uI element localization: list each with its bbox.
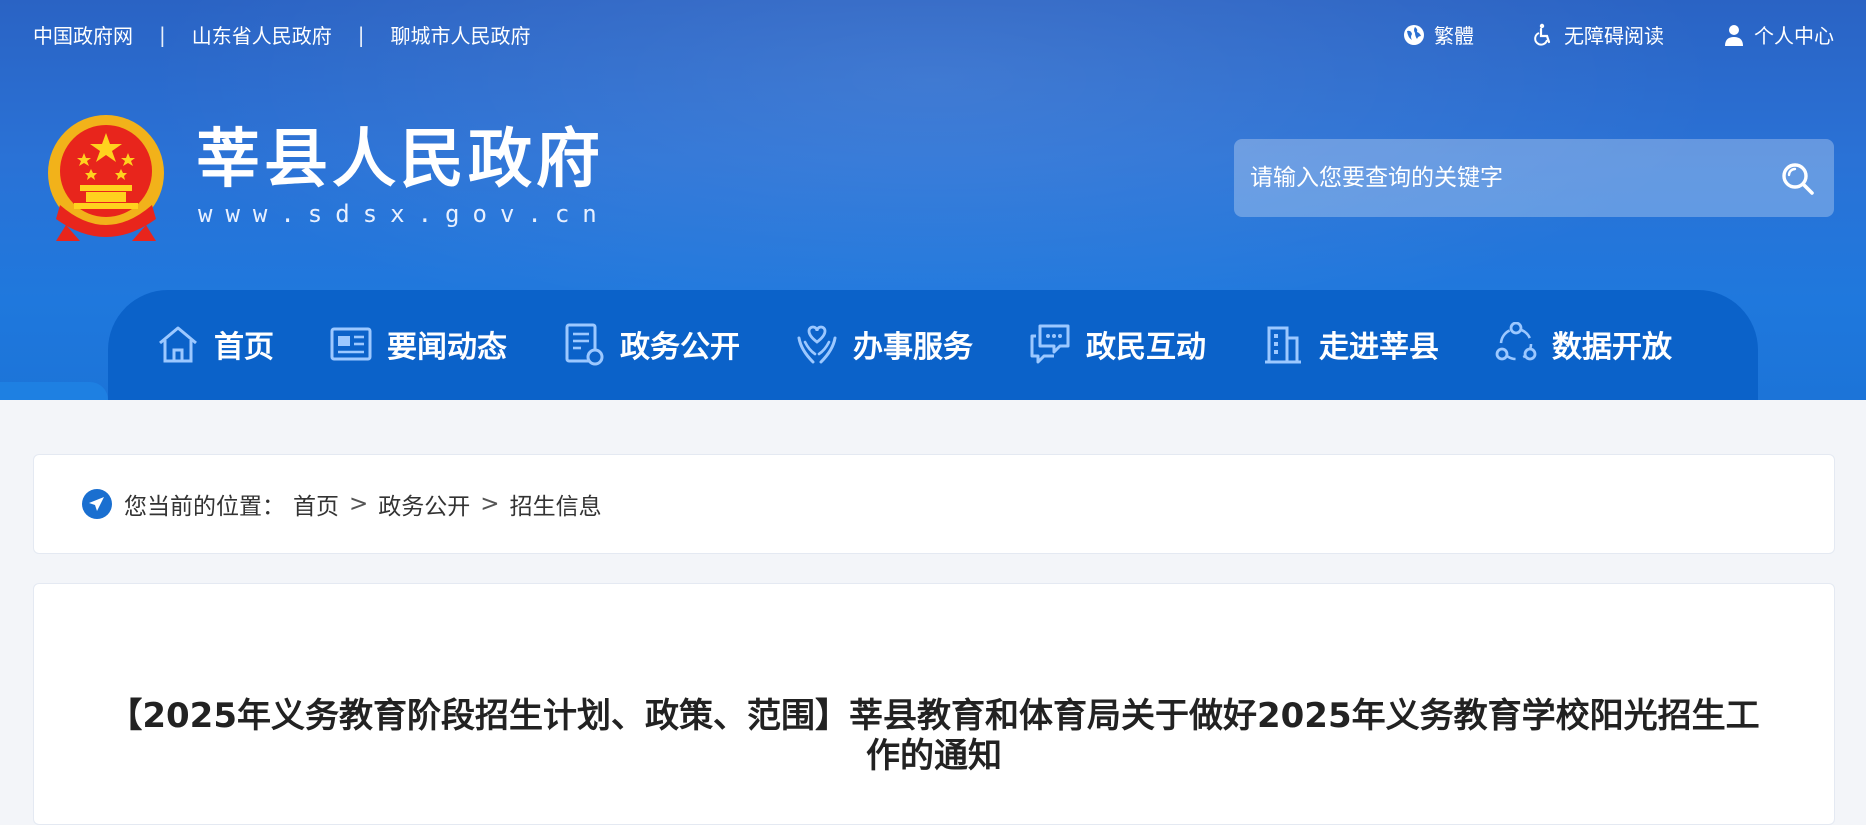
service-hands-icon <box>797 325 837 364</box>
nav-label: 办事服务 <box>853 330 973 365</box>
wheelchair-icon <box>1534 23 1551 46</box>
site-title: 莘县人民政府 <box>196 123 604 197</box>
user-center-button[interactable]: 个人中心 <box>1722 20 1834 49</box>
nav-item-interaction[interactable]: 政民互动 <box>1028 322 1206 366</box>
nav-label: 数据开放 <box>1552 330 1672 365</box>
nav-label: 政务公开 <box>620 330 740 365</box>
top-bar: 中国政府网 | 山东省人民政府 | 聊城市人民政府 繁體 无障碍阅读 个人中心 <box>0 0 1866 70</box>
breadcrumb-separator: > <box>480 491 500 517</box>
top-links: 中国政府网 | 山东省人民政府 | 聊城市人民政府 <box>33 20 531 49</box>
national-emblem-icon[interactable] <box>46 113 166 245</box>
data-network-icon <box>1495 322 1537 361</box>
article-title: 【2025年义务教育阶段招生计划、政策、范围】莘县教育和体育局关于做好2025年… <box>108 696 1760 776</box>
breadcrumb-enrollment[interactable]: 招生信息 <box>510 487 602 521</box>
nav-items: 首页 要闻动态 政务公开 办事服务 政民互动 走进莘县 数据开放 <box>156 322 1727 366</box>
document-icon <box>565 323 604 366</box>
accessibility-button[interactable]: 无障碍阅读 <box>1532 20 1664 49</box>
nav-label: 要闻动态 <box>387 330 507 365</box>
traditional-label: 繁體 <box>1434 24 1474 48</box>
nav-label: 走进莘县 <box>1319 330 1439 365</box>
breadcrumb-separator: > <box>349 491 369 517</box>
globe-icon <box>1404 24 1424 45</box>
breadcrumb-prefix: 您当前的位置： <box>124 494 285 520</box>
search-icon[interactable] <box>1780 161 1816 197</box>
search-box <box>1234 139 1834 217</box>
top-right-tools: 繁體 无障碍阅读 个人中心 <box>1402 20 1834 49</box>
site-header: 中国政府网 | 山东省人民政府 | 聊城市人民政府 繁體 无障碍阅读 个人中心 … <box>0 0 1866 400</box>
link-gov-cn[interactable]: 中国政府网 <box>33 20 133 49</box>
user-center-label: 个人中心 <box>1754 24 1834 48</box>
traditional-chinese-button[interactable]: 繁體 <box>1402 20 1474 49</box>
main-nav-container: 首页 要闻动态 政务公开 办事服务 政民互动 走进莘县 数据开放 <box>0 290 1866 400</box>
search-input[interactable] <box>1234 139 1770 217</box>
nav-label: 政民互动 <box>1086 330 1206 365</box>
nav-decoration <box>0 382 108 400</box>
nav-item-about[interactable]: 走进莘县 <box>1261 322 1439 366</box>
news-icon <box>330 327 372 361</box>
separator: | <box>159 22 166 47</box>
separator: | <box>357 22 365 47</box>
nav-label: 首页 <box>214 330 274 365</box>
user-icon <box>1725 24 1743 46</box>
chat-icon <box>1030 324 1070 364</box>
breadcrumb-gov-affairs[interactable]: 政务公开 <box>378 487 470 521</box>
site-url: www.sdsx.gov.cn <box>198 200 610 228</box>
breadcrumb-home[interactable]: 首页 <box>293 487 339 521</box>
nav-item-open-data[interactable]: 数据开放 <box>1494 322 1672 366</box>
nav-item-services[interactable]: 办事服务 <box>795 322 973 366</box>
nav-item-gov-affairs[interactable]: 政务公开 <box>562 322 740 366</box>
accessibility-label: 无障碍阅读 <box>1564 24 1664 48</box>
nav-item-home[interactable]: 首页 <box>156 322 274 366</box>
breadcrumb: 您当前的位置： 首页 > 政务公开 > 招生信息 <box>33 454 1835 554</box>
article-panel: 【2025年义务教育阶段招生计划、政策、范围】莘县教育和体育局关于做好2025年… <box>33 583 1835 825</box>
link-liaocheng[interactable]: 聊城市人民政府 <box>391 20 531 49</box>
location-arrow-icon <box>82 489 112 519</box>
nav-item-news[interactable]: 要闻动态 <box>329 322 507 366</box>
main-nav: 首页 要闻动态 政务公开 办事服务 政民互动 走进莘县 数据开放 <box>108 290 1758 400</box>
home-icon <box>159 326 197 363</box>
breadcrumb-inner: 您当前的位置： 首页 > 政务公开 > 招生信息 <box>82 487 602 521</box>
building-icon <box>1265 326 1301 364</box>
link-shandong[interactable]: 山东省人民政府 <box>192 20 332 49</box>
